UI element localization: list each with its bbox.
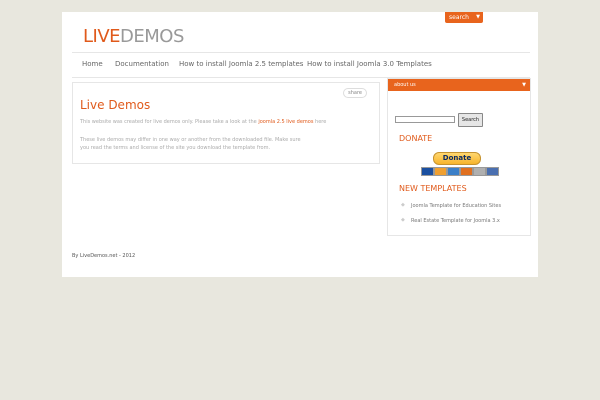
share-button[interactable]: share: [343, 88, 367, 98]
article-paragraph-1: This website was created for live demos …: [80, 118, 370, 126]
list-item[interactable]: ◆ Joomla Template for Education Sites: [401, 202, 502, 210]
article-p1-text: This website was created for live demos …: [80, 119, 259, 125]
article-title: Live Demos: [80, 98, 151, 112]
page-container: LIVEDEMOS search ▼ Home Documentation Ho…: [62, 12, 538, 277]
bank-card-icon: [473, 167, 486, 176]
chevron-down-icon: ▼: [476, 14, 480, 20]
bullet-icon: ◆: [401, 217, 405, 223]
nav-item-install-joomla-30[interactable]: How to install Joomla 3.0 Templates: [307, 53, 432, 77]
donate-heading: DONATE: [399, 134, 433, 143]
footer-text: By LiveDemos.net - 2012: [72, 253, 136, 259]
chevron-down-icon: ▼: [522, 82, 526, 88]
joomla-live-demos-link[interactable]: joomla 2.5 live demos: [258, 119, 313, 125]
logo-text-live: LIVE: [83, 26, 121, 47]
search-tab-label: search: [449, 14, 469, 21]
mastercard-icon: [434, 167, 447, 176]
nav-item-home[interactable]: Home: [82, 53, 103, 77]
search-tab[interactable]: search ▼: [445, 12, 483, 23]
template-link: Joomla Template for Education Sites: [411, 203, 502, 209]
bullet-icon: ◆: [401, 202, 405, 208]
about-us-dropdown[interactable]: about us ▼: [388, 79, 530, 91]
visa-card-icon: [421, 167, 434, 176]
new-templates-heading: NEW TEMPLATES: [399, 184, 467, 193]
article-paragraph-2: These live demos may differ in one way o…: [80, 137, 301, 151]
donate-button[interactable]: Donate: [433, 152, 481, 165]
logo-text-demos: DEMOS: [120, 26, 184, 47]
discover-card-icon: [460, 167, 473, 176]
amex-card-icon: [447, 167, 460, 176]
nav-item-documentation[interactable]: Documentation: [115, 53, 169, 77]
search-input[interactable]: [395, 116, 455, 123]
article: share Live Demos This website was create…: [72, 82, 380, 164]
article-p1-suffix: here: [313, 119, 327, 125]
template-link: Real Estate Template for Joomla 3.x: [411, 218, 500, 224]
main-nav: Home Documentation How to install Joomla…: [72, 52, 530, 78]
nav-item-install-joomla-25[interactable]: How to install Joomla 2.5 templates: [179, 53, 303, 77]
search-button[interactable]: Search: [458, 113, 483, 127]
about-us-label: about us: [394, 82, 416, 88]
site-logo[interactable]: LIVEDEMOS: [83, 26, 184, 47]
list-item[interactable]: ◆ Real Estate Template for Joomla 3.x: [401, 217, 500, 225]
sidebar: about us ▼ Search DONATE Donate NEW TEMP…: [387, 78, 531, 236]
echeck-card-icon: [486, 167, 499, 176]
